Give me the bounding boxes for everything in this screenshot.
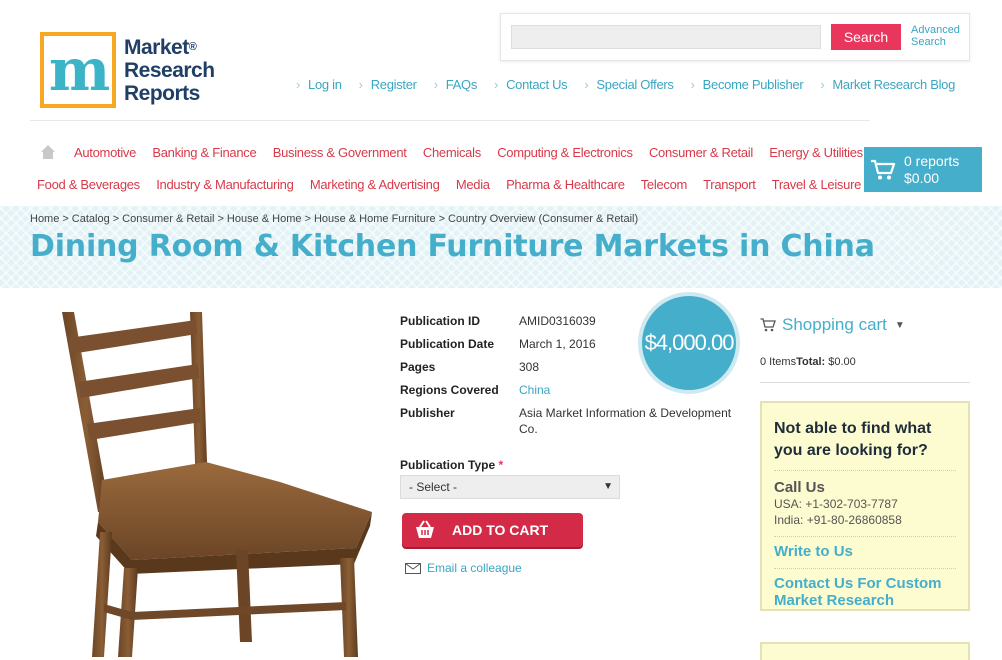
category-pharma-healthcare[interactable]: Pharma & Healthcare — [506, 177, 625, 192]
category-business-government[interactable]: Business & Government — [273, 145, 407, 160]
shopping-cart-icon — [871, 159, 896, 179]
header-cart-button[interactable]: 0 reports $0.00 — [864, 147, 982, 192]
envelope-icon — [405, 562, 421, 574]
nav-blog[interactable]: Market Research Blog — [820, 77, 955, 92]
advanced-search-link[interactable]: Advanced Search — [911, 24, 960, 48]
breadcrumb: Home > Catalog > Consumer & Retail > House & H… — [30, 213, 639, 225]
cart-total: $0.00 — [904, 169, 940, 186]
write-to-us-link[interactable]: Write to Us — [774, 543, 956, 560]
sidebar-divider — [760, 382, 970, 383]
add-to-cart-button[interactable]: ADD TO CART — [402, 513, 583, 547]
search-bar: Search Advanced Search — [500, 13, 970, 61]
nav-login[interactable]: Log in — [296, 77, 342, 92]
category-automotive[interactable]: Automotive — [74, 145, 136, 160]
breadcrumb-house-home-furniture[interactable]: House & Home Furniture — [314, 213, 436, 225]
publication-type-label: Publication Type * — [400, 458, 504, 472]
category-nav-row-2: Food & Beverages Industry & Manufacturin… — [37, 177, 874, 192]
nav-faqs[interactable]: FAQs — [434, 77, 478, 92]
chevron-down-icon: ▼ — [894, 319, 905, 331]
breadcrumb-consumer-retail[interactable]: Consumer & Retail — [122, 213, 214, 225]
category-energy-utilities[interactable]: Energy & Utilities — [769, 145, 863, 160]
nav-register[interactable]: Register — [359, 77, 417, 92]
category-computing-electronics[interactable]: Computing & Electronics — [497, 145, 633, 160]
category-marketing-advertising[interactable]: Marketing & Advertising — [310, 177, 440, 192]
help-question: Not able to find what you are looking fo… — [774, 403, 956, 471]
logo-mark-icon: m — [40, 32, 116, 108]
category-media[interactable]: Media — [456, 177, 490, 192]
usa-phone: USA: +1-302-703-7787 — [774, 497, 898, 511]
nav-special-offers[interactable]: Special Offers — [584, 77, 674, 92]
top-nav: Log in Register FAQs Contact Us Special … — [296, 77, 955, 92]
category-consumer-retail[interactable]: Consumer & Retail — [649, 145, 753, 160]
category-telecom[interactable]: Telecom — [641, 177, 688, 192]
region-link-china[interactable]: China — [519, 382, 550, 398]
search-button[interactable]: Search — [831, 24, 901, 50]
category-banking-finance[interactable]: Banking & Finance — [152, 145, 256, 160]
detail-row-publisher: Publisher Asia Market Information & Devel… — [400, 406, 732, 436]
logo-wordmark: Market® Research Reports — [124, 35, 215, 105]
page: m Market® Research Reports Search Advanc… — [0, 0, 1002, 660]
nav-contact-us[interactable]: Contact Us — [494, 77, 568, 92]
category-food-beverages[interactable]: Food & Beverages — [37, 177, 140, 192]
header-divider — [30, 120, 870, 121]
category-transport[interactable]: Transport — [703, 177, 756, 192]
cart-report-count: 0 reports — [904, 152, 960, 169]
cart-summary: 0 ItemsTotal: $0.00 — [760, 356, 856, 368]
dropdown-arrow-icon: ▼ — [603, 481, 613, 492]
breadcrumb-house-home[interactable]: House & Home — [227, 213, 302, 225]
page-title: Dining Room & Kitchen Furniture Markets … — [30, 229, 875, 264]
price-badge: $4,000.00 — [638, 292, 740, 394]
breadcrumb-home[interactable]: Home — [30, 213, 59, 225]
shopping-cart-heading[interactable]: Shopping cart ▼ — [760, 315, 905, 335]
call-us-heading: Call Us — [774, 479, 825, 496]
publication-type-select[interactable]: - Select - ▼ — [400, 475, 620, 499]
custom-research-link[interactable]: Contact Us For Custom Market Research — [774, 575, 956, 609]
search-input[interactable] — [511, 25, 821, 49]
email-colleague-link[interactable]: Email a colleague — [405, 561, 522, 575]
help-box: Not able to find what you are looking fo… — [760, 401, 970, 611]
product-image-chair — [62, 312, 372, 657]
breadcrumb-country-overview[interactable]: Country Overview (Consumer & Retail) — [448, 213, 638, 225]
category-travel-leisure[interactable]: Travel & Leisure — [772, 177, 862, 192]
sidebar-box-2 — [760, 642, 970, 660]
category-nav-row-1: Automotive Banking & Finance Business & … — [74, 145, 876, 160]
india-phone: India: +91-80-26860858 — [774, 513, 902, 527]
nav-become-publisher[interactable]: Become Publisher — [691, 77, 804, 92]
breadcrumb-catalog[interactable]: Catalog — [72, 213, 110, 225]
logo[interactable]: m Market® Research Reports — [40, 32, 215, 108]
small-cart-icon — [760, 318, 776, 332]
cart-basket-icon — [416, 520, 434, 538]
home-icon[interactable] — [40, 144, 56, 160]
category-chemicals[interactable]: Chemicals — [423, 145, 481, 160]
category-industry-manufacturing[interactable]: Industry & Manufacturing — [156, 177, 294, 192]
